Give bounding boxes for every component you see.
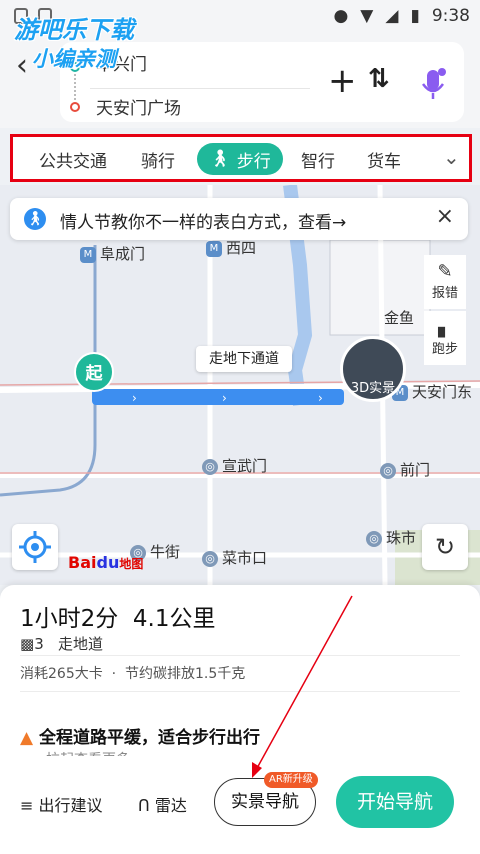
tab-smart[interactable]: 智行 bbox=[301, 147, 335, 172]
route-duration: 1小时2分 4.1公里 bbox=[20, 606, 216, 632]
edit-icon: ✎ bbox=[437, 261, 453, 282]
tab-walking[interactable]: 🚶︎ 步行 bbox=[197, 143, 283, 175]
map-label-jinyu: 金鱼 bbox=[384, 309, 415, 327]
promo-banner[interactable]: 🚶︎ 情人节教你不一样的表白方式，查看→ × bbox=[10, 198, 468, 240]
map-label-caishikou: ◎ 菜市口 bbox=[202, 547, 267, 568]
baidu-map-logo: Baidu地图 bbox=[68, 553, 144, 572]
map-label-tiananmen-east: M 天安门东 bbox=[392, 381, 472, 402]
warning-icon: ▲ bbox=[20, 728, 34, 748]
plus-icon[interactable]: + bbox=[328, 64, 357, 98]
battery-icon: ▮ bbox=[410, 6, 420, 26]
tab-public-transit[interactable]: 公共交通 bbox=[39, 147, 107, 172]
tab-cycling[interactable]: 骑行 bbox=[141, 147, 175, 172]
tab-walking-label: 步行 bbox=[236, 151, 271, 172]
map-label-xisi: M 西四 bbox=[206, 237, 256, 258]
svg-text:›: › bbox=[132, 391, 137, 405]
ar-new-badge: AR新升级 bbox=[264, 772, 318, 788]
microphone-icon[interactable] bbox=[418, 66, 448, 102]
walking-icon: 🚶︎ bbox=[209, 149, 231, 169]
start-navigation-button[interactable]: 开始导航 bbox=[336, 776, 454, 828]
map-label-zhushikou: ◎ 珠市 bbox=[366, 527, 416, 548]
svg-text:›: › bbox=[318, 391, 323, 405]
refresh-icon[interactable]: ↻ bbox=[422, 524, 468, 570]
map-label-qianmen: ◎ 前门 bbox=[380, 459, 430, 480]
calorie-info: 消耗265大卡 · 节约碳排放1.5千克 bbox=[20, 666, 246, 682]
banner-text: 情人节教你不一样的表白方式，查看→ bbox=[60, 213, 347, 233]
walking-icon: 🚶︎ bbox=[24, 208, 46, 230]
end-dot-icon bbox=[70, 102, 80, 112]
end-location[interactable]: 天安门广场 bbox=[96, 94, 181, 119]
route-sub-info: ▩3 走地道 bbox=[20, 635, 104, 653]
tab-truck[interactable]: 货车 bbox=[367, 147, 401, 172]
location-icon: ● bbox=[333, 6, 349, 26]
report-error-button[interactable]: ✎ 报错 bbox=[424, 255, 466, 309]
chevron-down-icon[interactable]: ⌄ bbox=[443, 145, 460, 169]
list-icon: ≡ bbox=[20, 796, 34, 815]
tunnel-callout: 走地下通道 bbox=[196, 346, 292, 372]
wifi-icon: ▼ bbox=[360, 6, 374, 26]
map-label-xuanwumen: ◎ 宣武门 bbox=[202, 455, 267, 476]
clock: 9:38 bbox=[431, 6, 470, 26]
travel-advice-button[interactable]: ≡ 出行建议 bbox=[20, 792, 103, 816]
start-marker[interactable]: 起 bbox=[74, 352, 114, 392]
svg-text:›: › bbox=[222, 391, 227, 405]
close-icon[interactable]: × bbox=[436, 204, 454, 229]
ar-3d-label: 3D实景 bbox=[350, 381, 396, 396]
traffic-light-icon: ▩ bbox=[20, 635, 35, 653]
map-label-fuchengmen: M 阜成门 bbox=[80, 243, 145, 264]
watermark: 游吧乐下载 小编亲测 bbox=[14, 16, 134, 71]
shoe-icon: ▖ bbox=[438, 317, 452, 338]
transport-tabs: 公共交通 骑行 🚶︎ 步行 智行 货车 ⌄ bbox=[10, 134, 472, 182]
signal-icon: ◢ bbox=[385, 6, 399, 26]
terrain-note: ▲ 全程道路平缓，适合步行出行 bbox=[20, 728, 260, 748]
radar-icon: ᑎ bbox=[138, 796, 150, 815]
swap-icon[interactable]: ⇅ bbox=[368, 64, 390, 94]
map-view[interactable]: › › › ✎ 报错 ▖ 跑步 M 阜成门 M 西四 金鱼 M 天安门东 ◎ 宣武门 ◎… bbox=[0, 185, 480, 585]
running-button[interactable]: ▖ 跑步 bbox=[424, 311, 466, 365]
bottom-action-bar: ≡ 出行建议 ᑎ 雷达 实景导航 AR新升级 开始导航 bbox=[0, 756, 480, 854]
radar-button[interactable]: ᑎ 雷达 bbox=[138, 792, 187, 816]
ar-3d-bubble[interactable]: 3D实景 bbox=[340, 336, 406, 402]
locate-icon[interactable] bbox=[12, 524, 58, 570]
